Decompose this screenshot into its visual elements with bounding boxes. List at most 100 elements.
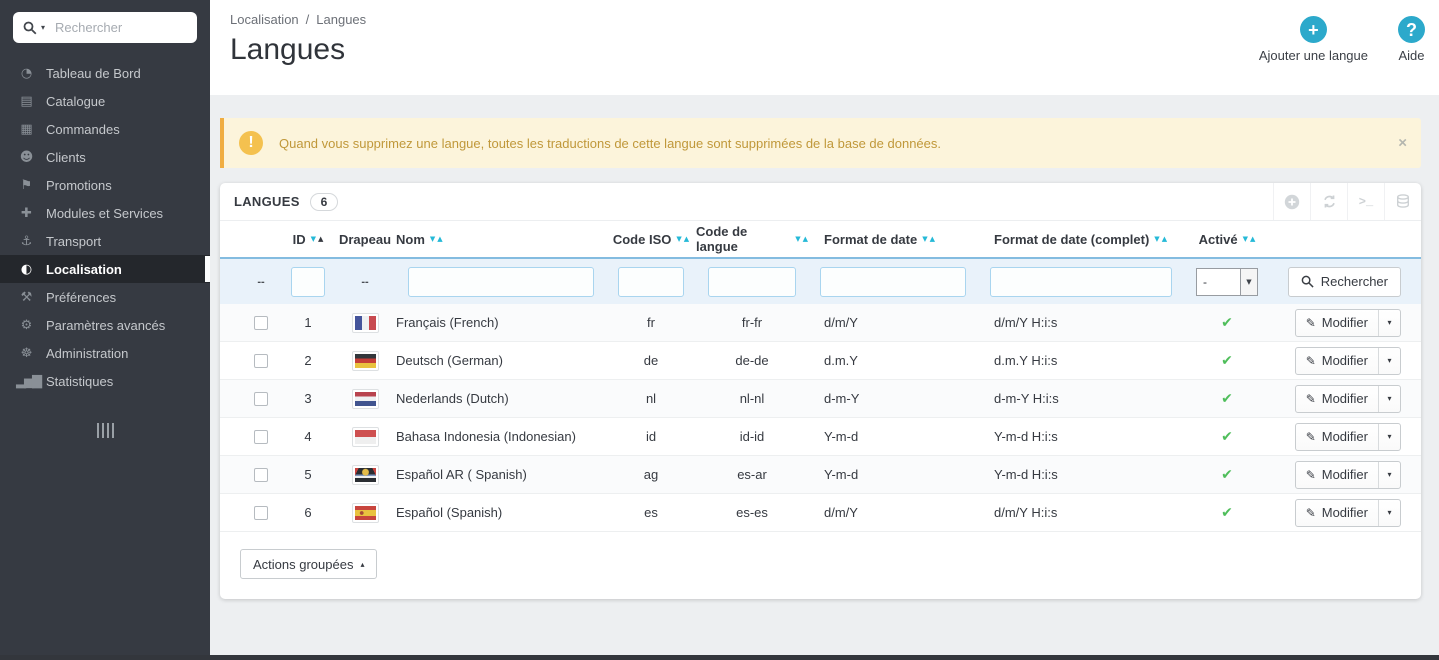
modifier-button[interactable]: ✎Modifier ▾ bbox=[1295, 347, 1401, 375]
cell-date-format: d-m-Y bbox=[808, 391, 978, 406]
sort-icons[interactable]: ▼▲ bbox=[430, 235, 443, 243]
filter-input-format-date-complet[interactable] bbox=[990, 267, 1172, 297]
sidebar-item-catalogue[interactable]: ▤ Catalogue bbox=[0, 87, 210, 115]
row-checkbox[interactable] bbox=[254, 392, 268, 406]
bulk-actions-button[interactable]: Actions groupées ▴ bbox=[240, 549, 377, 579]
row-checkbox[interactable] bbox=[254, 468, 268, 482]
modifier-dropdown-caret[interactable]: ▾ bbox=[1378, 500, 1400, 526]
table-header-row: ID ▼▲ Drapeau Nom ▼▲ Code ISO ▼▲ Code de… bbox=[220, 221, 1421, 257]
sidebar-item-clients[interactable]: ☻ Clients bbox=[0, 143, 210, 171]
promotions-icon: ⚑ bbox=[16, 178, 35, 193]
magnifier-icon bbox=[1301, 275, 1314, 288]
sidebar-item-statistiques[interactable]: ▂▅▇ Statistiques bbox=[0, 367, 210, 395]
filter-input-format-date[interactable] bbox=[820, 267, 966, 297]
table-row: 4 Bahasa Indonesia (Indonesian) id id-id… bbox=[220, 418, 1421, 456]
sidebar-item-parametres-avances[interactable]: ⚙ Paramètres avancés bbox=[0, 311, 210, 339]
modifier-button[interactable]: ✎Modifier ▾ bbox=[1295, 499, 1401, 527]
add-new-icon[interactable] bbox=[1273, 183, 1310, 220]
search-input[interactable] bbox=[55, 20, 187, 35]
filter-dash: -- bbox=[361, 276, 368, 288]
terminal-icon[interactable]: >_ bbox=[1347, 183, 1384, 220]
modifier-dropdown-caret[interactable]: ▾ bbox=[1378, 462, 1400, 488]
cell-id: 4 bbox=[282, 429, 334, 444]
modifier-dropdown-caret[interactable]: ▾ bbox=[1378, 348, 1400, 374]
search-filter-button[interactable]: Rechercher bbox=[1288, 267, 1401, 297]
cell-name: Français (French) bbox=[396, 315, 606, 330]
modifier-button[interactable]: ✎Modifier ▾ bbox=[1295, 423, 1401, 451]
filter-dash: -- bbox=[257, 276, 264, 288]
sort-icons[interactable]: ▼▲ bbox=[922, 235, 935, 243]
sidebar-collapse-handle[interactable] bbox=[92, 423, 118, 438]
sort-icons[interactable]: ▼▲ bbox=[1243, 235, 1256, 243]
filter-select-active[interactable]: - ▼ bbox=[1196, 268, 1258, 296]
cell-iso-code: ag bbox=[606, 467, 696, 482]
help-button[interactable]: ? Aide bbox=[1398, 16, 1425, 63]
row-checkbox[interactable] bbox=[254, 506, 268, 520]
modifier-button[interactable]: ✎Modifier ▾ bbox=[1295, 309, 1401, 337]
pencil-icon: ✎ bbox=[1306, 392, 1316, 406]
cell-date-format-full: Y-m-d H:i:s bbox=[978, 429, 1184, 444]
filter-input-id[interactable] bbox=[291, 267, 325, 297]
row-checkbox[interactable] bbox=[254, 316, 268, 330]
sidebar-item-modules-et-services[interactable]: ✚ Modules et Services bbox=[0, 199, 210, 227]
check-icon: ✔ bbox=[1221, 315, 1233, 331]
breadcrumb: Localisation/Langues bbox=[230, 12, 1425, 27]
sidebar-item-promotions[interactable]: ⚑ Promotions bbox=[0, 171, 210, 199]
cell-name: Español AR ( Spanish) bbox=[396, 467, 606, 482]
sidebar-item-localisation[interactable]: ◐ Localisation bbox=[0, 255, 210, 283]
column-header-datefull[interactable]: Format de date (complet) ▼▲ bbox=[978, 232, 1184, 247]
cell-date-format: Y-m-d bbox=[808, 467, 978, 482]
search-scope-caret-icon[interactable]: ▾ bbox=[41, 23, 45, 32]
sidebar-search[interactable]: ▾ bbox=[13, 12, 197, 43]
sort-icons[interactable]: ▼▲ bbox=[676, 235, 689, 243]
modifier-dropdown-caret[interactable]: ▾ bbox=[1378, 424, 1400, 450]
sidebar-item-tableau-de-bord[interactable]: ◔ Tableau de Bord bbox=[0, 59, 210, 87]
breadcrumb-section[interactable]: Localisation bbox=[230, 12, 299, 27]
filter-input-code-langue[interactable] bbox=[708, 267, 796, 297]
cell-date-format: d/m/Y bbox=[808, 505, 978, 520]
row-checkbox[interactable] bbox=[254, 354, 268, 368]
column-header-nom[interactable]: Nom ▼▲ bbox=[396, 232, 606, 247]
row-checkbox[interactable] bbox=[254, 430, 268, 444]
header-actions: + Ajouter une langue ? Aide bbox=[1259, 16, 1425, 63]
table-filter-row: -- -- - ▼ bbox=[220, 257, 1421, 304]
panel-title: LANGUES bbox=[234, 194, 300, 209]
cell-iso-code: fr bbox=[606, 315, 696, 330]
sidebar-item-preferences[interactable]: ⚒ Préférences bbox=[0, 283, 210, 311]
preferences-icon: ⚒ bbox=[16, 290, 35, 305]
database-icon[interactable] bbox=[1384, 183, 1421, 220]
add-language-button[interactable]: + Ajouter une langue bbox=[1259, 16, 1368, 63]
sidebar-nav: ◔ Tableau de Bord ▤ Catalogue ▦ Commande… bbox=[0, 59, 210, 395]
filter-input-code-iso[interactable] bbox=[618, 267, 684, 297]
sort-icons[interactable]: ▼▲ bbox=[795, 235, 808, 243]
panel-toolbar: >_ bbox=[1273, 183, 1421, 220]
sidebar-item-commandes[interactable]: ▦ Commandes bbox=[0, 115, 210, 143]
sidebar-item-transport[interactable]: ⚓ Transport bbox=[0, 227, 210, 255]
cell-iso-code: id bbox=[606, 429, 696, 444]
column-header-flag[interactable]: Drapeau bbox=[334, 232, 396, 247]
sort-icons[interactable]: ▼▲ bbox=[311, 235, 324, 243]
column-header-date[interactable]: Format de date ▼▲ bbox=[808, 232, 978, 247]
refresh-icon[interactable] bbox=[1310, 183, 1347, 220]
check-icon: ✔ bbox=[1221, 391, 1233, 407]
column-header-active[interactable]: Activé ▼▲ bbox=[1184, 232, 1270, 247]
table-row: 5 Español AR ( Spanish) ag es-ar Y-m-d Y… bbox=[220, 456, 1421, 494]
sort-icons[interactable]: ▼▲ bbox=[1154, 235, 1167, 243]
cell-language-code: es-ar bbox=[696, 467, 808, 482]
modifier-button[interactable]: ✎Modifier ▾ bbox=[1295, 385, 1401, 413]
check-icon: ✔ bbox=[1221, 467, 1233, 483]
modifier-button[interactable]: ✎Modifier ▾ bbox=[1295, 461, 1401, 489]
modifier-dropdown-caret[interactable]: ▾ bbox=[1378, 310, 1400, 336]
column-header-iso[interactable]: Code ISO ▼▲ bbox=[606, 232, 696, 247]
flag-antigua-icon bbox=[355, 468, 376, 482]
column-header-code[interactable]: Code de langue ▼▲ bbox=[696, 224, 808, 254]
column-header-id[interactable]: ID ▼▲ bbox=[282, 232, 334, 247]
modifier-dropdown-caret[interactable]: ▾ bbox=[1378, 386, 1400, 412]
sidebar-item-administration[interactable]: ☸ Administration bbox=[0, 339, 210, 367]
app-window: ▾ ◔ Tableau de Bord ▤ Catalogue ▦ Comman… bbox=[0, 0, 1439, 660]
cell-id: 5 bbox=[282, 467, 334, 482]
cell-name: Nederlands (Dutch) bbox=[396, 391, 606, 406]
close-icon[interactable]: × bbox=[1398, 135, 1407, 152]
cell-id: 6 bbox=[282, 505, 334, 520]
filter-input-nom[interactable] bbox=[408, 267, 594, 297]
